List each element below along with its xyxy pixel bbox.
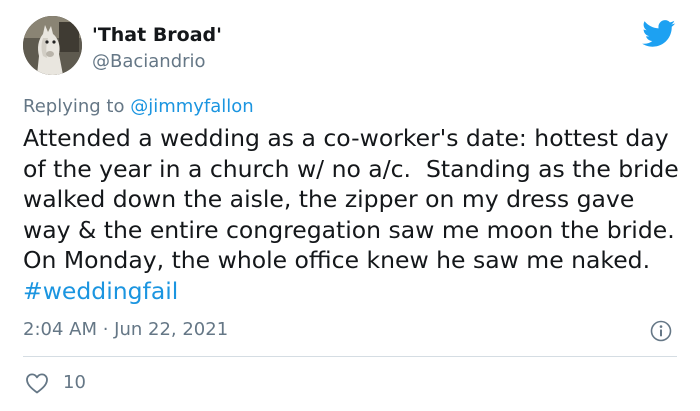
reply-context: Replying to @jimmyfallon	[23, 96, 254, 117]
reply-prefix: Replying to	[23, 96, 131, 117]
info-icon[interactable]	[650, 320, 672, 342]
divider	[23, 356, 677, 357]
twitter-bird-icon[interactable]	[642, 20, 676, 48]
tweet-body-text: Attended a wedding as a co-worker's date…	[23, 124, 690, 274]
like-count: 10	[63, 372, 86, 393]
avatar[interactable]	[23, 16, 82, 75]
horse-avatar-icon	[23, 16, 82, 75]
user-handle[interactable]: @Baciandrio	[92, 51, 206, 72]
tweet-card: 'That Broad' @Baciandrio Replying to @ji…	[0, 0, 700, 411]
tweet-text: Attended a wedding as a co-worker's date…	[23, 123, 683, 306]
hashtag-link[interactable]: #weddingfail	[23, 277, 178, 305]
display-name[interactable]: 'That Broad'	[92, 24, 222, 46]
tweet-timestamp[interactable]: 2:04 AM · Jun 22, 2021	[23, 319, 228, 340]
heart-icon[interactable]	[25, 372, 49, 394]
reply-mention-link[interactable]: @jimmyfallon	[130, 96, 254, 117]
